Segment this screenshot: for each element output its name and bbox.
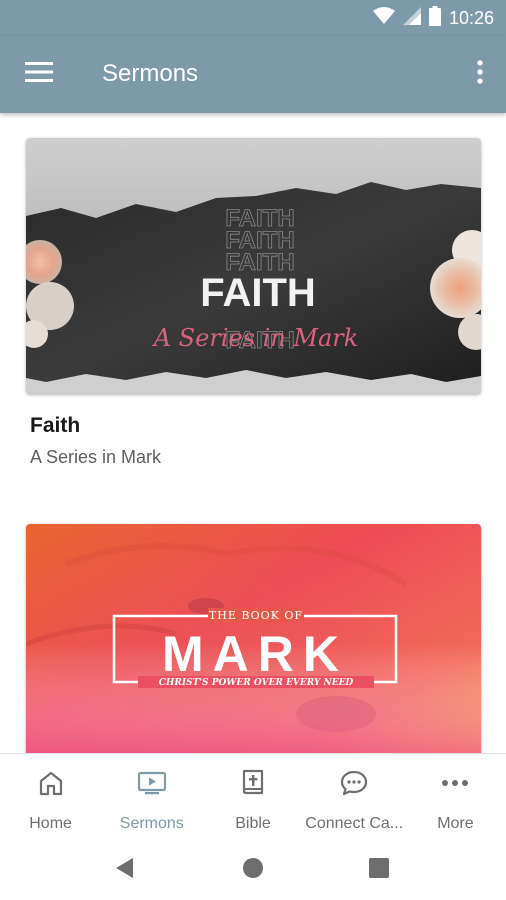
recents-icon [369, 857, 389, 883]
signal-icon [402, 6, 421, 30]
nav-home-label: Home [29, 815, 72, 832]
sermon-card[interactable]: FAITH FAITH FAITH FAITH FAITH A Series i… [26, 138, 481, 468]
home-icon [36, 768, 66, 798]
mark-headline: MARK [162, 626, 348, 682]
status-bar: 10:26 [0, 0, 506, 36]
sermon-title: Faith [30, 414, 81, 437]
sermon-artwork: FAITH FAITH FAITH FAITH FAITH A Series i… [26, 138, 481, 394]
faith-headline: FAITH [200, 271, 316, 315]
battery-icon [428, 5, 441, 31]
system-home-button[interactable] [235, 852, 271, 888]
wifi-icon [372, 6, 395, 30]
system-recents-button[interactable] [361, 852, 397, 888]
faith-artwork-graphic: FAITH FAITH FAITH FAITH FAITH A Series i… [26, 138, 481, 394]
overflow-icon [477, 59, 483, 89]
faith-script: A Series in Mark [152, 324, 359, 352]
nav-connect-card[interactable]: Connect Ca... [304, 754, 405, 838]
chat-bubble-icon [339, 768, 369, 798]
nav-home[interactable]: Home [0, 754, 101, 838]
nav-bible-label: Bible [235, 815, 271, 832]
page-title: Sermons [102, 60, 199, 87]
back-icon [115, 857, 135, 884]
nav-more-label: More [437, 815, 474, 832]
system-back-button[interactable] [107, 852, 143, 888]
sermon-subtitle: A Series in Mark [30, 447, 162, 467]
mark-artwork-graphic: THE BOOK OF MARK CHRIST'S POWER OVER EVE… [26, 524, 481, 753]
sermon-card[interactable]: THE BOOK OF MARK CHRIST'S POWER OVER EVE… [26, 524, 481, 753]
mark-tagline: CHRIST'S POWER OVER EVERY NEED [159, 678, 354, 688]
home-circle-icon [242, 857, 264, 884]
bible-icon [238, 768, 268, 798]
nav-more[interactable]: More [405, 754, 506, 838]
nav-bible[interactable]: Bible [202, 754, 303, 838]
menu-button[interactable] [14, 50, 64, 98]
sermon-list: FAITH FAITH FAITH FAITH FAITH A Series i… [0, 113, 506, 753]
tv-play-icon [137, 768, 167, 798]
menu-icon [25, 61, 53, 87]
more-icon [440, 768, 470, 798]
status-time: 10:26 [448, 7, 494, 28]
nav-sermons-label: Sermons [119, 815, 184, 832]
sermon-artwork: THE BOOK OF MARK CHRIST'S POWER OVER EVE… [26, 524, 481, 753]
system-navigation [0, 838, 506, 900]
nav-sermons[interactable]: Sermons [101, 754, 202, 838]
app-bar: Sermons [0, 36, 506, 113]
nav-connect-card-label: Connect Ca... [305, 815, 404, 832]
status-icons: 10:26 [372, 5, 494, 31]
overflow-menu-button[interactable] [470, 58, 490, 90]
mark-kicker: THE BOOK OF [209, 609, 303, 622]
bottom-navigation: Home Sermons Bible Connect Ca... More [0, 753, 506, 838]
